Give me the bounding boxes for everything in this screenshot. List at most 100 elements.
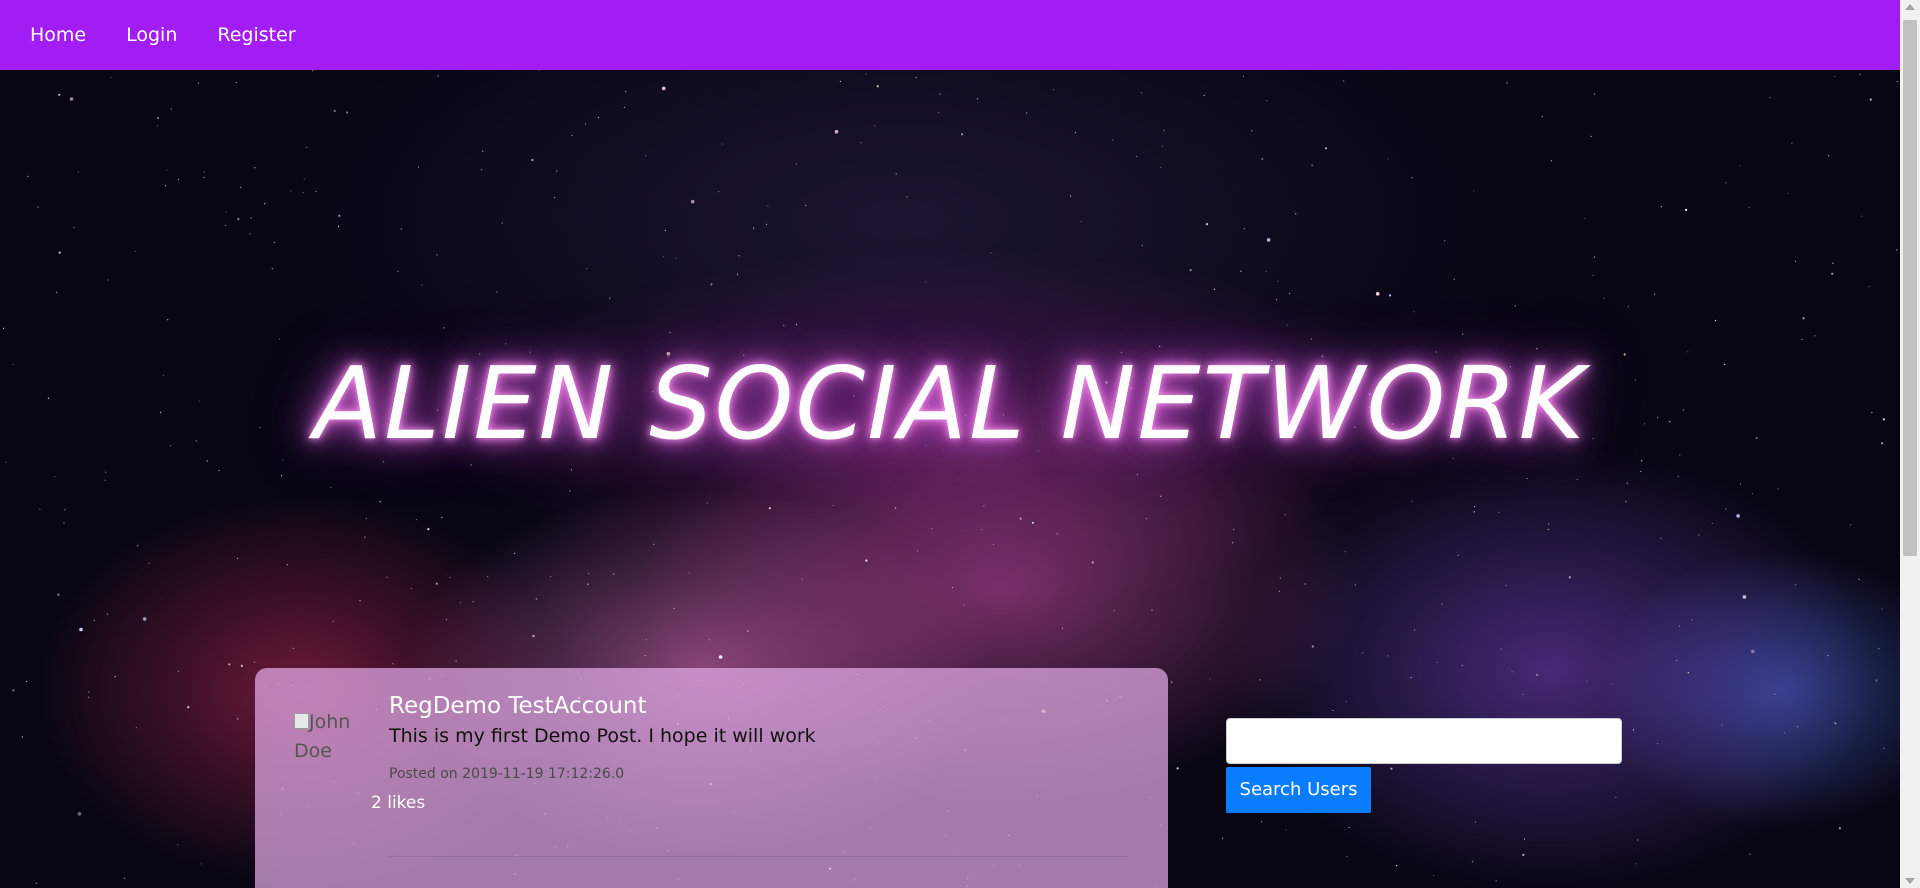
- scrollbar-thumb[interactable]: [1903, 20, 1917, 556]
- star: [26, 680, 28, 683]
- star: [983, 505, 985, 507]
- star: [35, 882, 37, 884]
- star: [1522, 853, 1525, 857]
- star: [249, 233, 251, 235]
- search-users-input[interactable]: [1226, 718, 1622, 764]
- post-likes-count[interactable]: 2 likes: [371, 793, 425, 813]
- star: [645, 639, 648, 641]
- star: [200, 863, 202, 865]
- star: [436, 254, 438, 256]
- star: [278, 338, 281, 340]
- star: [166, 169, 168, 171]
- star: [1850, 524, 1852, 526]
- star: [906, 196, 908, 198]
- star: [645, 155, 647, 157]
- page-scrollbar[interactable]: [1900, 0, 1920, 888]
- scroll-up-arrow-icon[interactable]: [1905, 4, 1915, 10]
- star: [1304, 583, 1306, 585]
- star: [1593, 93, 1595, 95]
- star: [587, 583, 589, 585]
- search-users-button[interactable]: Search Users: [1226, 767, 1371, 813]
- nav-login-link[interactable]: Login: [126, 24, 177, 46]
- star: [224, 224, 226, 226]
- star: [1794, 260, 1796, 262]
- star: [1660, 537, 1662, 539]
- star: [1814, 335, 1816, 337]
- star: [177, 178, 180, 180]
- star: [1461, 664, 1463, 667]
- star: [1526, 477, 1528, 480]
- nav-register-link[interactable]: Register: [217, 24, 295, 46]
- star: [801, 578, 803, 580]
- star: [1031, 521, 1034, 524]
- star: [1774, 693, 1776, 695]
- star: [1473, 511, 1475, 513]
- star: [1136, 155, 1138, 157]
- star: [104, 479, 106, 481]
- star: [106, 613, 108, 615]
- star: [1205, 223, 1208, 226]
- star: [1858, 578, 1860, 580]
- star: [218, 470, 220, 472]
- star: [58, 93, 61, 96]
- star: [1568, 576, 1571, 579]
- star: [197, 82, 200, 84]
- star: [1869, 98, 1872, 101]
- star: [1324, 147, 1328, 150]
- star: [514, 552, 516, 554]
- star: [1209, 678, 1211, 680]
- star: [441, 516, 443, 519]
- star: [1550, 160, 1553, 162]
- star: [273, 241, 275, 243]
- star: [1242, 75, 1244, 77]
- star: [1345, 700, 1347, 703]
- star: [225, 211, 227, 213]
- star: [1678, 625, 1680, 627]
- star: [961, 133, 964, 136]
- star: [114, 676, 116, 678]
- star: [379, 501, 381, 503]
- star: [187, 706, 190, 709]
- star: [501, 222, 503, 224]
- star: [865, 559, 868, 562]
- star: [1495, 880, 1497, 882]
- star: [1348, 826, 1350, 829]
- star: [1657, 743, 1659, 745]
- star: [535, 598, 537, 600]
- star: [1859, 73, 1861, 75]
- star: [1590, 135, 1592, 137]
- star: [644, 654, 646, 657]
- star: [1387, 655, 1389, 657]
- star: [1653, 293, 1656, 295]
- star: [1222, 837, 1224, 839]
- star: [1019, 517, 1022, 520]
- star: [1801, 338, 1803, 341]
- star: [765, 223, 768, 225]
- star: [1276, 299, 1278, 301]
- star: [925, 281, 927, 283]
- star: [706, 502, 708, 504]
- star: [990, 252, 992, 254]
- star: [27, 175, 29, 177]
- post-author[interactable]: RegDemo TestAccount: [389, 693, 647, 719]
- star: [1506, 82, 1508, 84]
- scroll-down-arrow-icon[interactable]: [1905, 878, 1915, 884]
- star: [1279, 577, 1281, 579]
- star: [1141, 244, 1143, 246]
- star: [459, 602, 462, 604]
- star: [1332, 709, 1334, 712]
- star: [1769, 97, 1771, 99]
- star: [1500, 648, 1502, 650]
- star: [795, 163, 797, 165]
- star: [1687, 672, 1689, 674]
- star: [584, 123, 587, 125]
- star: [1586, 680, 1588, 682]
- star: [1026, 112, 1028, 114]
- star: [397, 270, 399, 272]
- star: [1838, 827, 1841, 830]
- nav-home-link[interactable]: Home: [30, 24, 86, 46]
- star: [330, 486, 332, 488]
- star: [1278, 590, 1280, 593]
- star: [1286, 324, 1288, 326]
- star: [1145, 517, 1148, 520]
